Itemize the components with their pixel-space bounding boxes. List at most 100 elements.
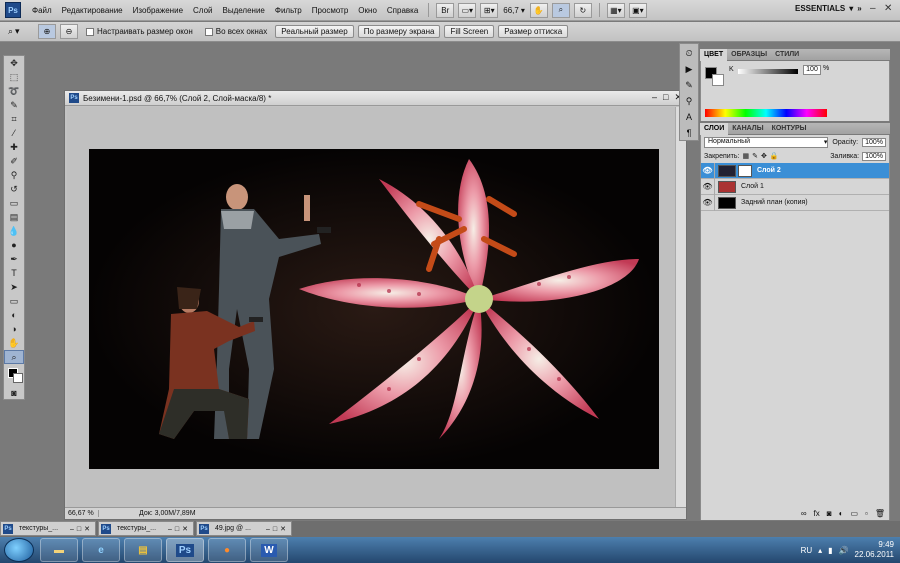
new-layer-icon[interactable]: ▫ — [865, 509, 868, 518]
pen-tool[interactable]: ✒ — [4, 252, 24, 266]
layer-row[interactable]: 👁 Слой 1 — [701, 178, 889, 195]
3d-rotate-tool[interactable]: ◐ — [4, 308, 24, 322]
window-controls-icon[interactable]: –□✕ — [266, 525, 289, 533]
bridge-button[interactable]: Br — [436, 2, 455, 18]
actual-pixels-button[interactable]: Реальный размер — [275, 25, 354, 38]
move-tool[interactable]: ✥ — [4, 56, 24, 70]
eye-icon[interactable]: 👁 — [701, 162, 715, 179]
start-button[interactable] — [4, 538, 34, 562]
new-group-icon[interactable]: ▭ — [850, 509, 858, 518]
actions-panel-icon[interactable]: ▶ — [680, 62, 698, 76]
minimized-document[interactable]: Ps 49.jpg @ ... –□✕ — [196, 521, 292, 536]
minimize-icon[interactable]: – — [870, 3, 876, 14]
view-extras-button[interactable]: ⊞▾ — [480, 2, 499, 18]
zoom-in-button[interactable]: ⊕ — [38, 24, 56, 39]
rotate-view-button[interactable]: ↻ — [573, 2, 592, 18]
arrange-documents-button[interactable]: ▦▾ — [606, 2, 625, 18]
background-color-swatch[interactable] — [13, 373, 23, 383]
all-windows-checkbox[interactable]: Во всех окнах — [204, 27, 267, 36]
vertical-scrollbar[interactable] — [675, 107, 686, 508]
channel-slider[interactable] — [738, 69, 798, 74]
color-spectrum-ramp[interactable] — [705, 109, 827, 117]
3d-camera-tool[interactable]: ◑ — [4, 322, 24, 336]
status-zoom-field[interactable]: 66,67 % — [65, 510, 99, 517]
clone-stamp-tool[interactable]: ⚲ — [4, 168, 24, 182]
hand-tool[interactable]: ✋ — [4, 336, 24, 350]
quick-select-tool[interactable]: ✎ — [4, 98, 24, 112]
history-brush-tool[interactable]: ↺ — [4, 182, 24, 196]
eyedropper-tool[interactable]: ⁄ — [4, 126, 24, 140]
history-panel-icon[interactable]: ⏲ — [680, 46, 698, 60]
gradient-tool[interactable]: ▤ — [4, 210, 24, 224]
opacity-input[interactable]: 100% — [862, 137, 886, 147]
menu-help[interactable]: Справка — [382, 6, 423, 15]
taskbar-firefox[interactable]: ● — [208, 538, 246, 562]
crop-tool[interactable]: ⌗ — [4, 112, 24, 126]
eye-icon[interactable]: 👁 — [701, 194, 715, 211]
add-mask-icon[interactable]: ◙ — [827, 509, 832, 518]
zoom-level-field[interactable]: 66,7 ▾ — [500, 6, 528, 15]
tray-arrow-icon[interactable]: ▴ — [818, 546, 822, 555]
link-layers-icon[interactable]: ∞ — [801, 509, 807, 518]
eraser-tool[interactable]: ▭ — [4, 196, 24, 210]
taskbar-folder[interactable]: ▬ — [40, 538, 78, 562]
maximize-icon[interactable]: □ — [663, 92, 668, 103]
type-tool[interactable]: T — [4, 266, 24, 280]
color-bg-swatch[interactable] — [712, 74, 724, 86]
path-select-tool[interactable]: ➤ — [4, 280, 24, 294]
fill-input[interactable]: 100% — [862, 151, 886, 161]
taskbar-photoshop[interactable]: Ps — [166, 538, 204, 562]
canvas-area[interactable] — [67, 107, 675, 508]
blend-mode-select[interactable]: Нормальный ▾ — [704, 136, 829, 148]
lock-transparency-icon[interactable]: ▦ — [742, 152, 749, 160]
tab-styles[interactable]: СТИЛИ — [771, 49, 803, 61]
screen-mode-button[interactable]: ▣▾ — [628, 2, 647, 18]
lock-position-icon[interactable]: ✥ — [761, 152, 767, 160]
brush-tool[interactable]: ✐ — [4, 154, 24, 168]
layer-style-icon[interactable]: fx — [814, 509, 820, 518]
menu-edit[interactable]: Редактирование — [57, 6, 128, 15]
menu-window[interactable]: Окно — [353, 6, 382, 15]
tab-layers[interactable]: СЛОИ — [700, 122, 729, 135]
hand-tool-button[interactable]: ✋ — [529, 2, 548, 18]
marquee-tool[interactable]: ⬚ — [4, 70, 24, 84]
tab-paths[interactable]: КОНТУРЫ — [768, 123, 811, 135]
taskbar-word[interactable]: W — [250, 538, 288, 562]
print-size-button[interactable]: Размер оттиска — [498, 25, 569, 38]
window-controls-icon[interactable]: –□✕ — [70, 525, 93, 533]
dodge-tool[interactable]: ● — [4, 238, 24, 252]
quick-mask-button[interactable]: ◙ — [4, 386, 24, 400]
volume-icon[interactable]: 🔊 — [839, 546, 849, 555]
zoom-tool[interactable]: ⌕ — [4, 350, 24, 364]
adjustment-layer-icon[interactable]: ◐ — [839, 509, 844, 518]
healing-brush-tool[interactable]: ✚ — [4, 140, 24, 154]
taskbar-winrar[interactable]: ▤ — [124, 538, 162, 562]
taskbar-ie[interactable]: e — [82, 538, 120, 562]
shape-tool[interactable]: ▭ — [4, 294, 24, 308]
minimized-document[interactable]: Ps текстуры_... –□✕ — [0, 521, 96, 536]
resize-windows-checkbox[interactable]: Настраивать размер окон — [86, 27, 193, 36]
window-controls-icon[interactable]: –□✕ — [168, 525, 191, 533]
status-doc-info[interactable]: Док: 3,00M/7,89M — [99, 510, 196, 517]
layer-row[interactable]: 👁 Задний план (копия) — [701, 194, 889, 211]
fit-screen-button[interactable]: По размеру экрана — [357, 25, 441, 38]
layer-row[interactable]: 👁 Слой 2 — [701, 162, 889, 179]
paragraph-panel-icon[interactable]: ¶ — [680, 126, 698, 140]
minibridge-button[interactable]: ▭▾ — [458, 2, 477, 18]
character-panel-icon[interactable]: A — [680, 110, 698, 124]
tab-color[interactable]: ЦВЕТ — [700, 48, 728, 61]
layer-mask-thumbnail[interactable] — [738, 164, 752, 177]
tab-channels[interactable]: КАНАЛЫ — [728, 123, 767, 135]
fill-screen-button[interactable]: Fill Screen — [444, 25, 495, 38]
lasso-tool[interactable]: ➰ — [4, 84, 24, 98]
channel-value[interactable]: 100 — [803, 65, 821, 75]
zoom-out-button[interactable]: ⊖ — [60, 24, 78, 39]
close-icon[interactable]: ✕ — [884, 3, 892, 14]
eye-icon[interactable]: 👁 — [701, 178, 715, 195]
document-image[interactable] — [89, 149, 659, 469]
network-icon[interactable]: ▮ — [828, 546, 832, 555]
zoom-tool-button[interactable]: ⌕ — [551, 2, 570, 18]
minimized-document[interactable]: Ps текстуры_... –□✕ — [98, 521, 194, 536]
minimize-icon[interactable]: – — [652, 92, 657, 103]
trash-icon[interactable]: 🗑 — [875, 509, 885, 518]
